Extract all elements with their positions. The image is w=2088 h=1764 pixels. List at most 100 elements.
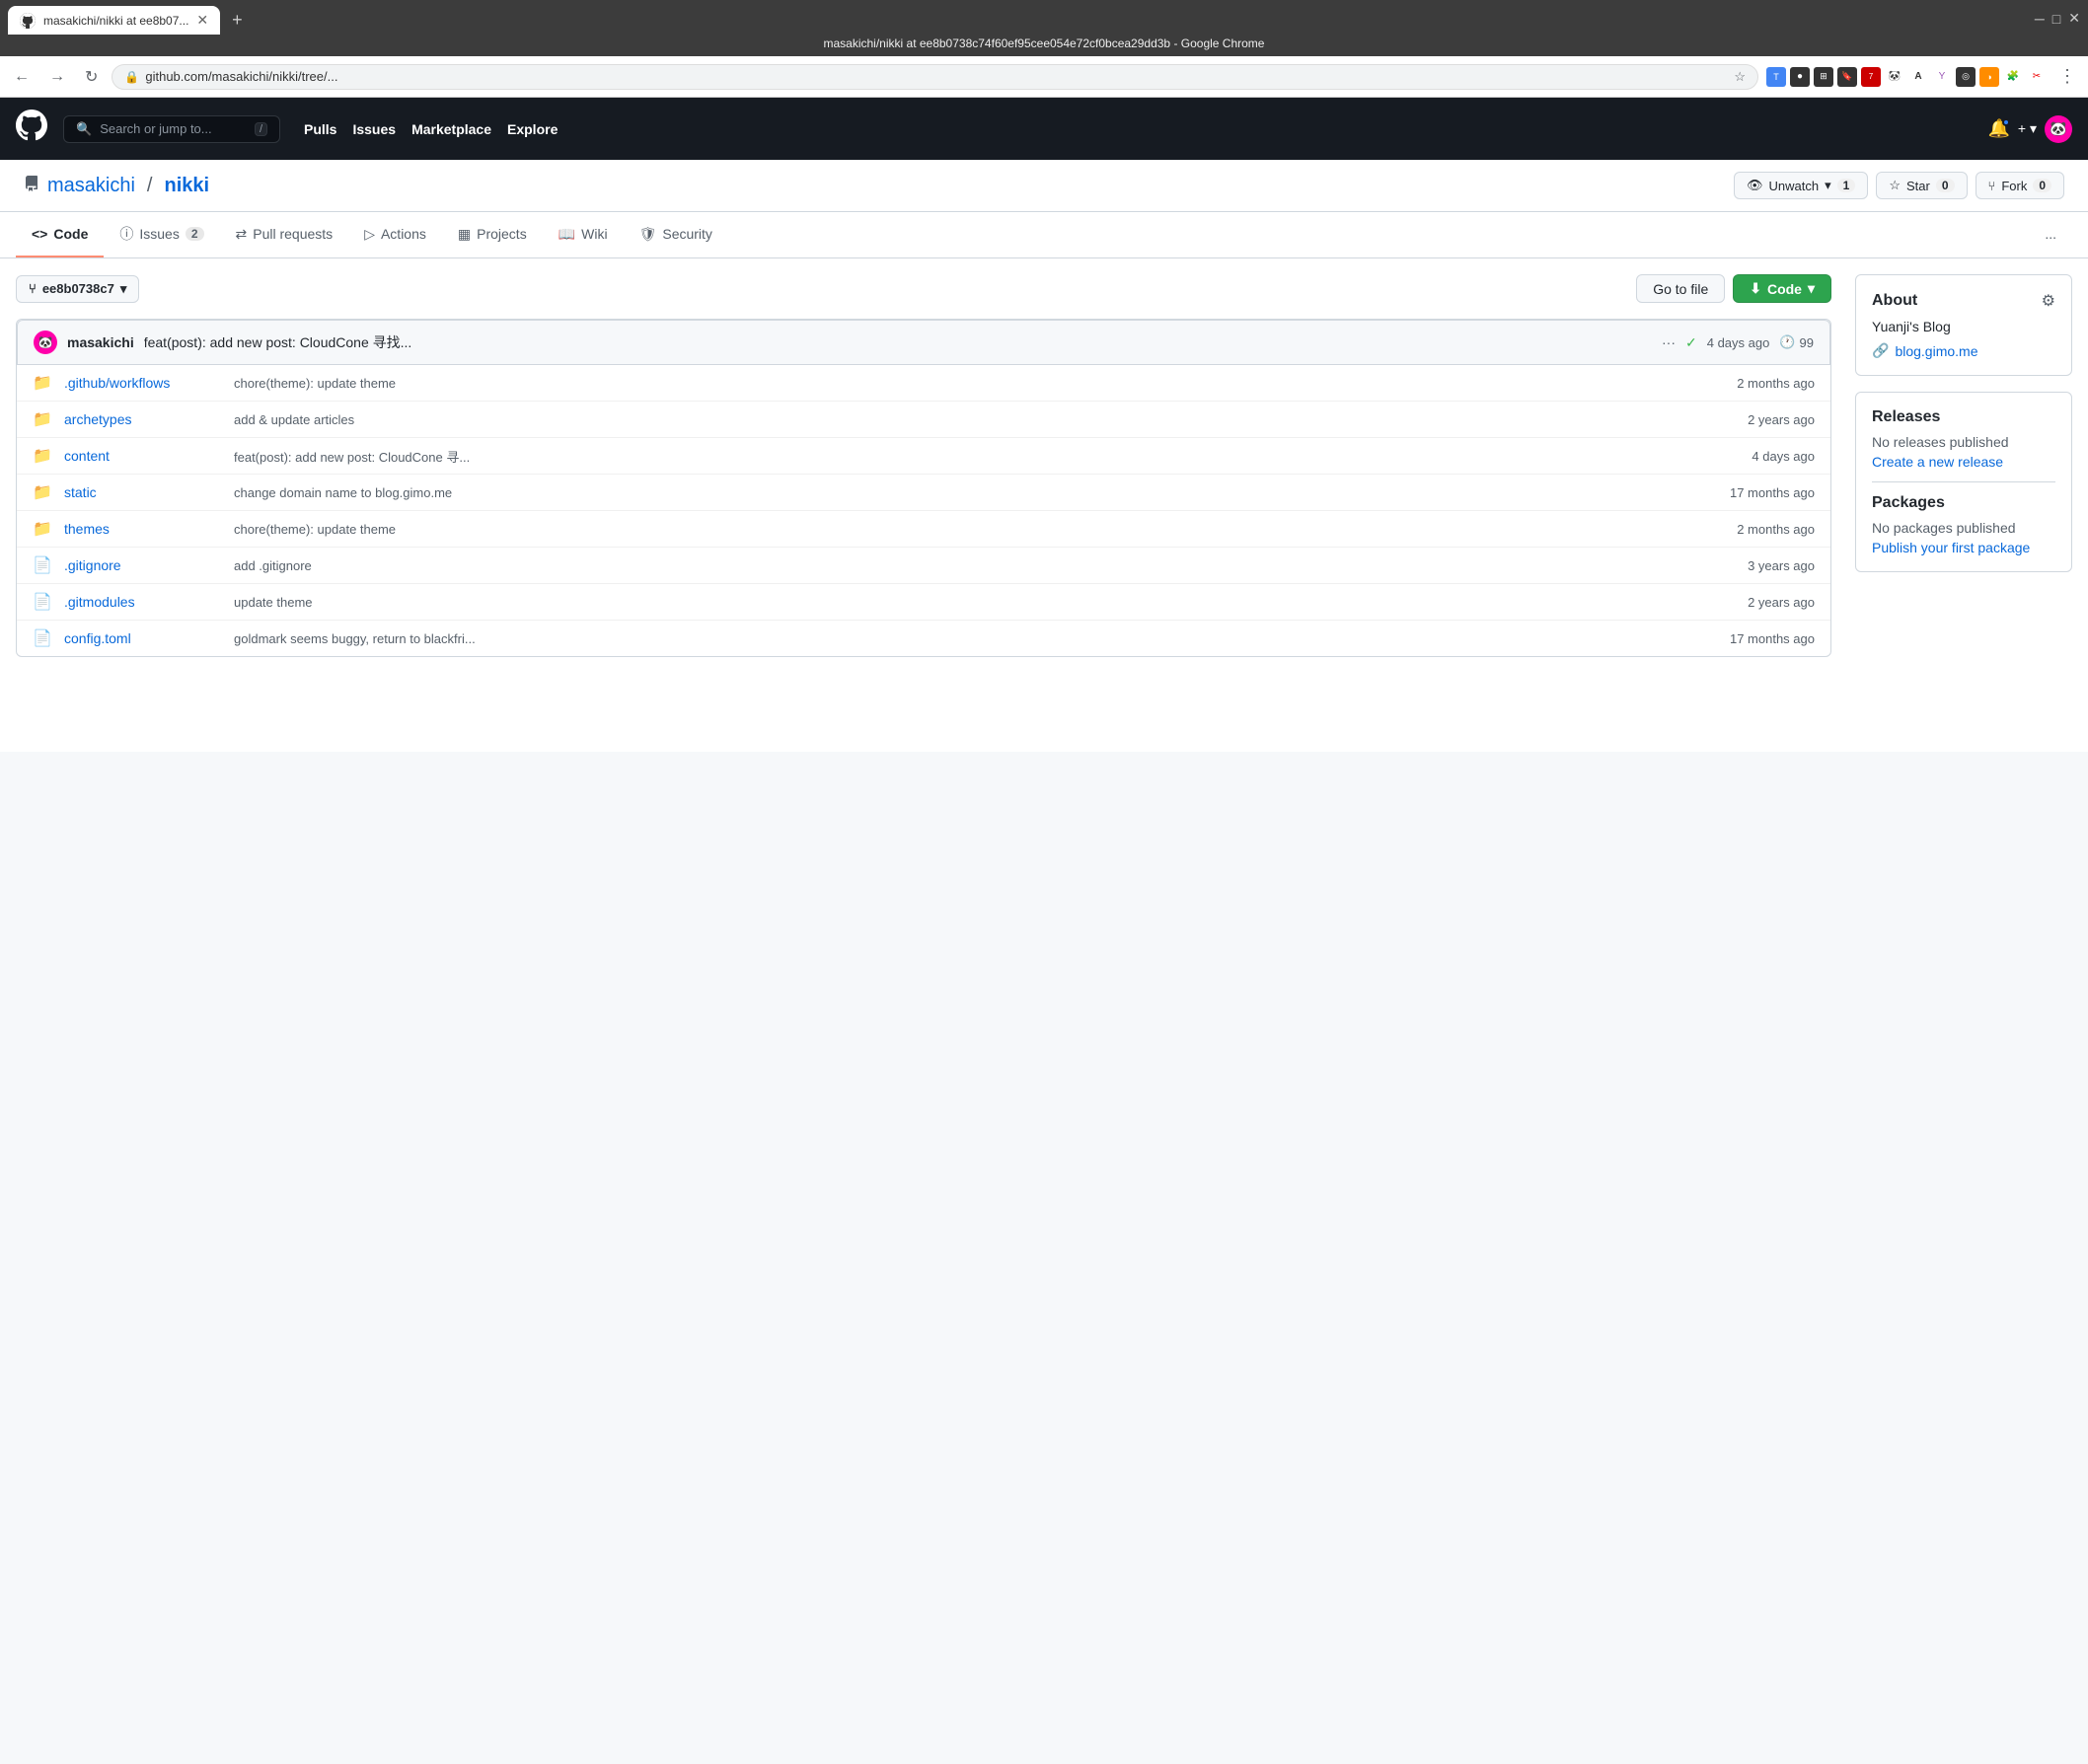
commit-ellipsis-button[interactable]: ··· [1662, 334, 1676, 350]
repo-title: masakichi / nikki [24, 175, 209, 197]
file-name-link[interactable]: .github/workflows [64, 375, 222, 391]
tab-projects[interactable]: ▦ Projects [442, 212, 543, 257]
file-icon: 📄 [33, 555, 52, 575]
reload-button[interactable]: ↻ [79, 63, 104, 91]
nav-issues[interactable]: Issues [352, 121, 396, 137]
releases-title: Releases [1872, 408, 2055, 426]
tab-security[interactable]: 🛡 Security [624, 212, 728, 257]
ext-circle2-icon[interactable]: ◎ [1956, 67, 1976, 87]
tab-actions[interactable]: ▷ Actions [348, 212, 442, 257]
ext-bookmark-icon[interactable]: 🔖 [1837, 67, 1857, 87]
repo-name-link[interactable]: nikki [164, 175, 209, 197]
code-icon: <> [32, 226, 47, 242]
file-tree: ⑂ ee8b0738c7 ▾ Go to file ⬇ Code ▾ [16, 274, 1831, 657]
file-time: 17 months ago [1706, 485, 1815, 500]
releases-divider [1872, 481, 2055, 482]
tab-wiki[interactable]: 📖 Wiki [543, 212, 624, 257]
unwatch-chevron-icon: ▾ [1825, 178, 1831, 193]
branch-icon: ⑂ [29, 281, 37, 296]
github-logo-icon[interactable] [16, 110, 47, 148]
tab-bar: masakichi/nikki at ee8b07... ✕ + ─ □ ✕ [8, 6, 2080, 35]
nav-explore[interactable]: Explore [507, 121, 558, 137]
about-settings-gear-icon[interactable]: ⚙ [2042, 291, 2055, 311]
forward-button[interactable]: → [43, 64, 71, 90]
close-window-button[interactable]: ✕ [2068, 10, 2080, 27]
avatar-panda-icon: 🐼 [38, 335, 53, 349]
tab-close-button[interactable]: ✕ [196, 12, 208, 29]
security-icon: 🛡 [639, 226, 657, 243]
github-favicon-icon [20, 13, 36, 29]
goto-file-button[interactable]: Go to file [1636, 274, 1725, 303]
browser-menu-button[interactable]: ⋮ [2054, 62, 2080, 91]
branch-selector-button[interactable]: ⑂ ee8b0738c7 ▾ [16, 275, 139, 303]
ext-red-icon[interactable]: ✂ [2027, 67, 2047, 87]
ext-a-icon[interactable]: A [1908, 67, 1928, 87]
unwatch-label: Unwatch [1769, 179, 1820, 193]
search-box[interactable]: 🔍 Search or jump to... / [63, 115, 280, 143]
ext-badge7-icon[interactable]: 7 [1861, 67, 1881, 87]
tab-more[interactable]: ... [2029, 212, 2072, 257]
fork-label: Fork [2001, 179, 2027, 193]
repo-owner-link[interactable]: masakichi [47, 175, 135, 197]
avatar-image: 🐼 [2050, 120, 2066, 137]
ext-panda-icon[interactable]: 🐼 [1885, 67, 1904, 87]
commit-author-name[interactable]: masakichi [67, 334, 134, 350]
create-release-link[interactable]: Create a new release [1872, 454, 2003, 470]
commit-history-link[interactable]: 🕐 99 [1779, 334, 1814, 350]
commit-time: 4 days ago [1707, 335, 1770, 350]
file-time: 17 months ago [1706, 631, 1815, 646]
about-link[interactable]: 🔗 blog.gimo.me [1872, 342, 2055, 359]
fork-button[interactable]: ⑂ Fork 0 [1976, 172, 2065, 199]
table-row: 📁 content feat(post): add new post: Clou… [17, 438, 1830, 475]
create-new-button[interactable]: + ▾ [2018, 120, 2037, 137]
tab-issues[interactable]: ⓘ Issues 2 [104, 212, 219, 257]
file-commit-msg: chore(theme): update theme [234, 376, 1694, 391]
file-name-link[interactable]: themes [64, 521, 222, 537]
repo-header: masakichi / nikki 👁 Unwatch ▾ 1 ☆ Star 0… [0, 160, 2088, 212]
avatar[interactable]: 🐼 [2045, 115, 2072, 143]
file-name-link[interactable]: content [64, 448, 222, 464]
projects-icon: ▦ [458, 226, 471, 243]
ext-puzzle-icon[interactable]: 🧩 [2003, 67, 2023, 87]
star-button[interactable]: ☆ Star 0 [1876, 172, 1967, 199]
nav-marketplace[interactable]: Marketplace [411, 121, 491, 137]
ext-translate-icon[interactable]: T [1766, 67, 1786, 87]
file-name-link[interactable]: config.toml [64, 630, 222, 646]
tab-pull-requests[interactable]: ⇄ Pull requests [220, 212, 349, 257]
ext-grid-icon[interactable]: ⊞ [1814, 67, 1833, 87]
tab-code[interactable]: <> Code [16, 212, 104, 257]
notification-dot [2002, 118, 2010, 126]
nav-right: 🔔 + ▾ 🐼 [1987, 115, 2072, 143]
ext-orange-icon[interactable]: ◑ [1979, 67, 1999, 87]
branch-name: ee8b0738c7 [42, 281, 114, 296]
notifications-bell-icon[interactable]: 🔔 [1987, 118, 2009, 139]
back-button[interactable]: ← [8, 64, 36, 90]
maximize-button[interactable]: □ [2052, 11, 2060, 27]
tab-title: masakichi/nikki at ee8b07... [43, 14, 188, 28]
fork-count: 0 [2033, 179, 2051, 192]
file-name-link[interactable]: archetypes [64, 411, 222, 427]
search-icon: 🔍 [76, 121, 92, 137]
lock-icon: 🔒 [124, 70, 139, 84]
releases-none-text: No releases published [1872, 434, 2055, 450]
file-name-link[interactable]: static [64, 484, 222, 500]
bookmark-icon[interactable]: ☆ [1734, 69, 1746, 85]
ext-circle-icon[interactable]: ● [1790, 67, 1810, 87]
minimize-button[interactable]: ─ [2035, 11, 2045, 27]
nav-pulls[interactable]: Pulls [304, 121, 336, 137]
about-section: About ⚙ Yuanji's Blog 🔗 blog.gimo.me [1855, 274, 2072, 376]
folder-icon: 📁 [33, 519, 52, 539]
publish-package-link[interactable]: Publish your first package [1872, 540, 2030, 555]
file-name-link[interactable]: .gitignore [64, 557, 222, 573]
branch-chevron-icon: ▾ [120, 281, 127, 297]
unwatch-button[interactable]: 👁 Unwatch ▾ 1 [1734, 172, 1868, 199]
address-field[interactable]: 🔒 github.com/masakichi/nikki/tree/... ☆ [112, 64, 1758, 90]
code-dropdown-button[interactable]: ⬇ Code ▾ [1733, 274, 1831, 303]
ext-y-icon[interactable]: Y [1932, 67, 1952, 87]
active-tab[interactable]: masakichi/nikki at ee8b07... ✕ [8, 6, 220, 35]
commit-check-icon: ✓ [1685, 334, 1697, 351]
file-name-link[interactable]: .gitmodules [64, 594, 222, 610]
new-tab-button[interactable]: + [224, 6, 251, 35]
file-commit-msg: add & update articles [234, 412, 1694, 427]
file-commit-msg: feat(post): add new post: CloudCone 寻... [234, 447, 1694, 466]
